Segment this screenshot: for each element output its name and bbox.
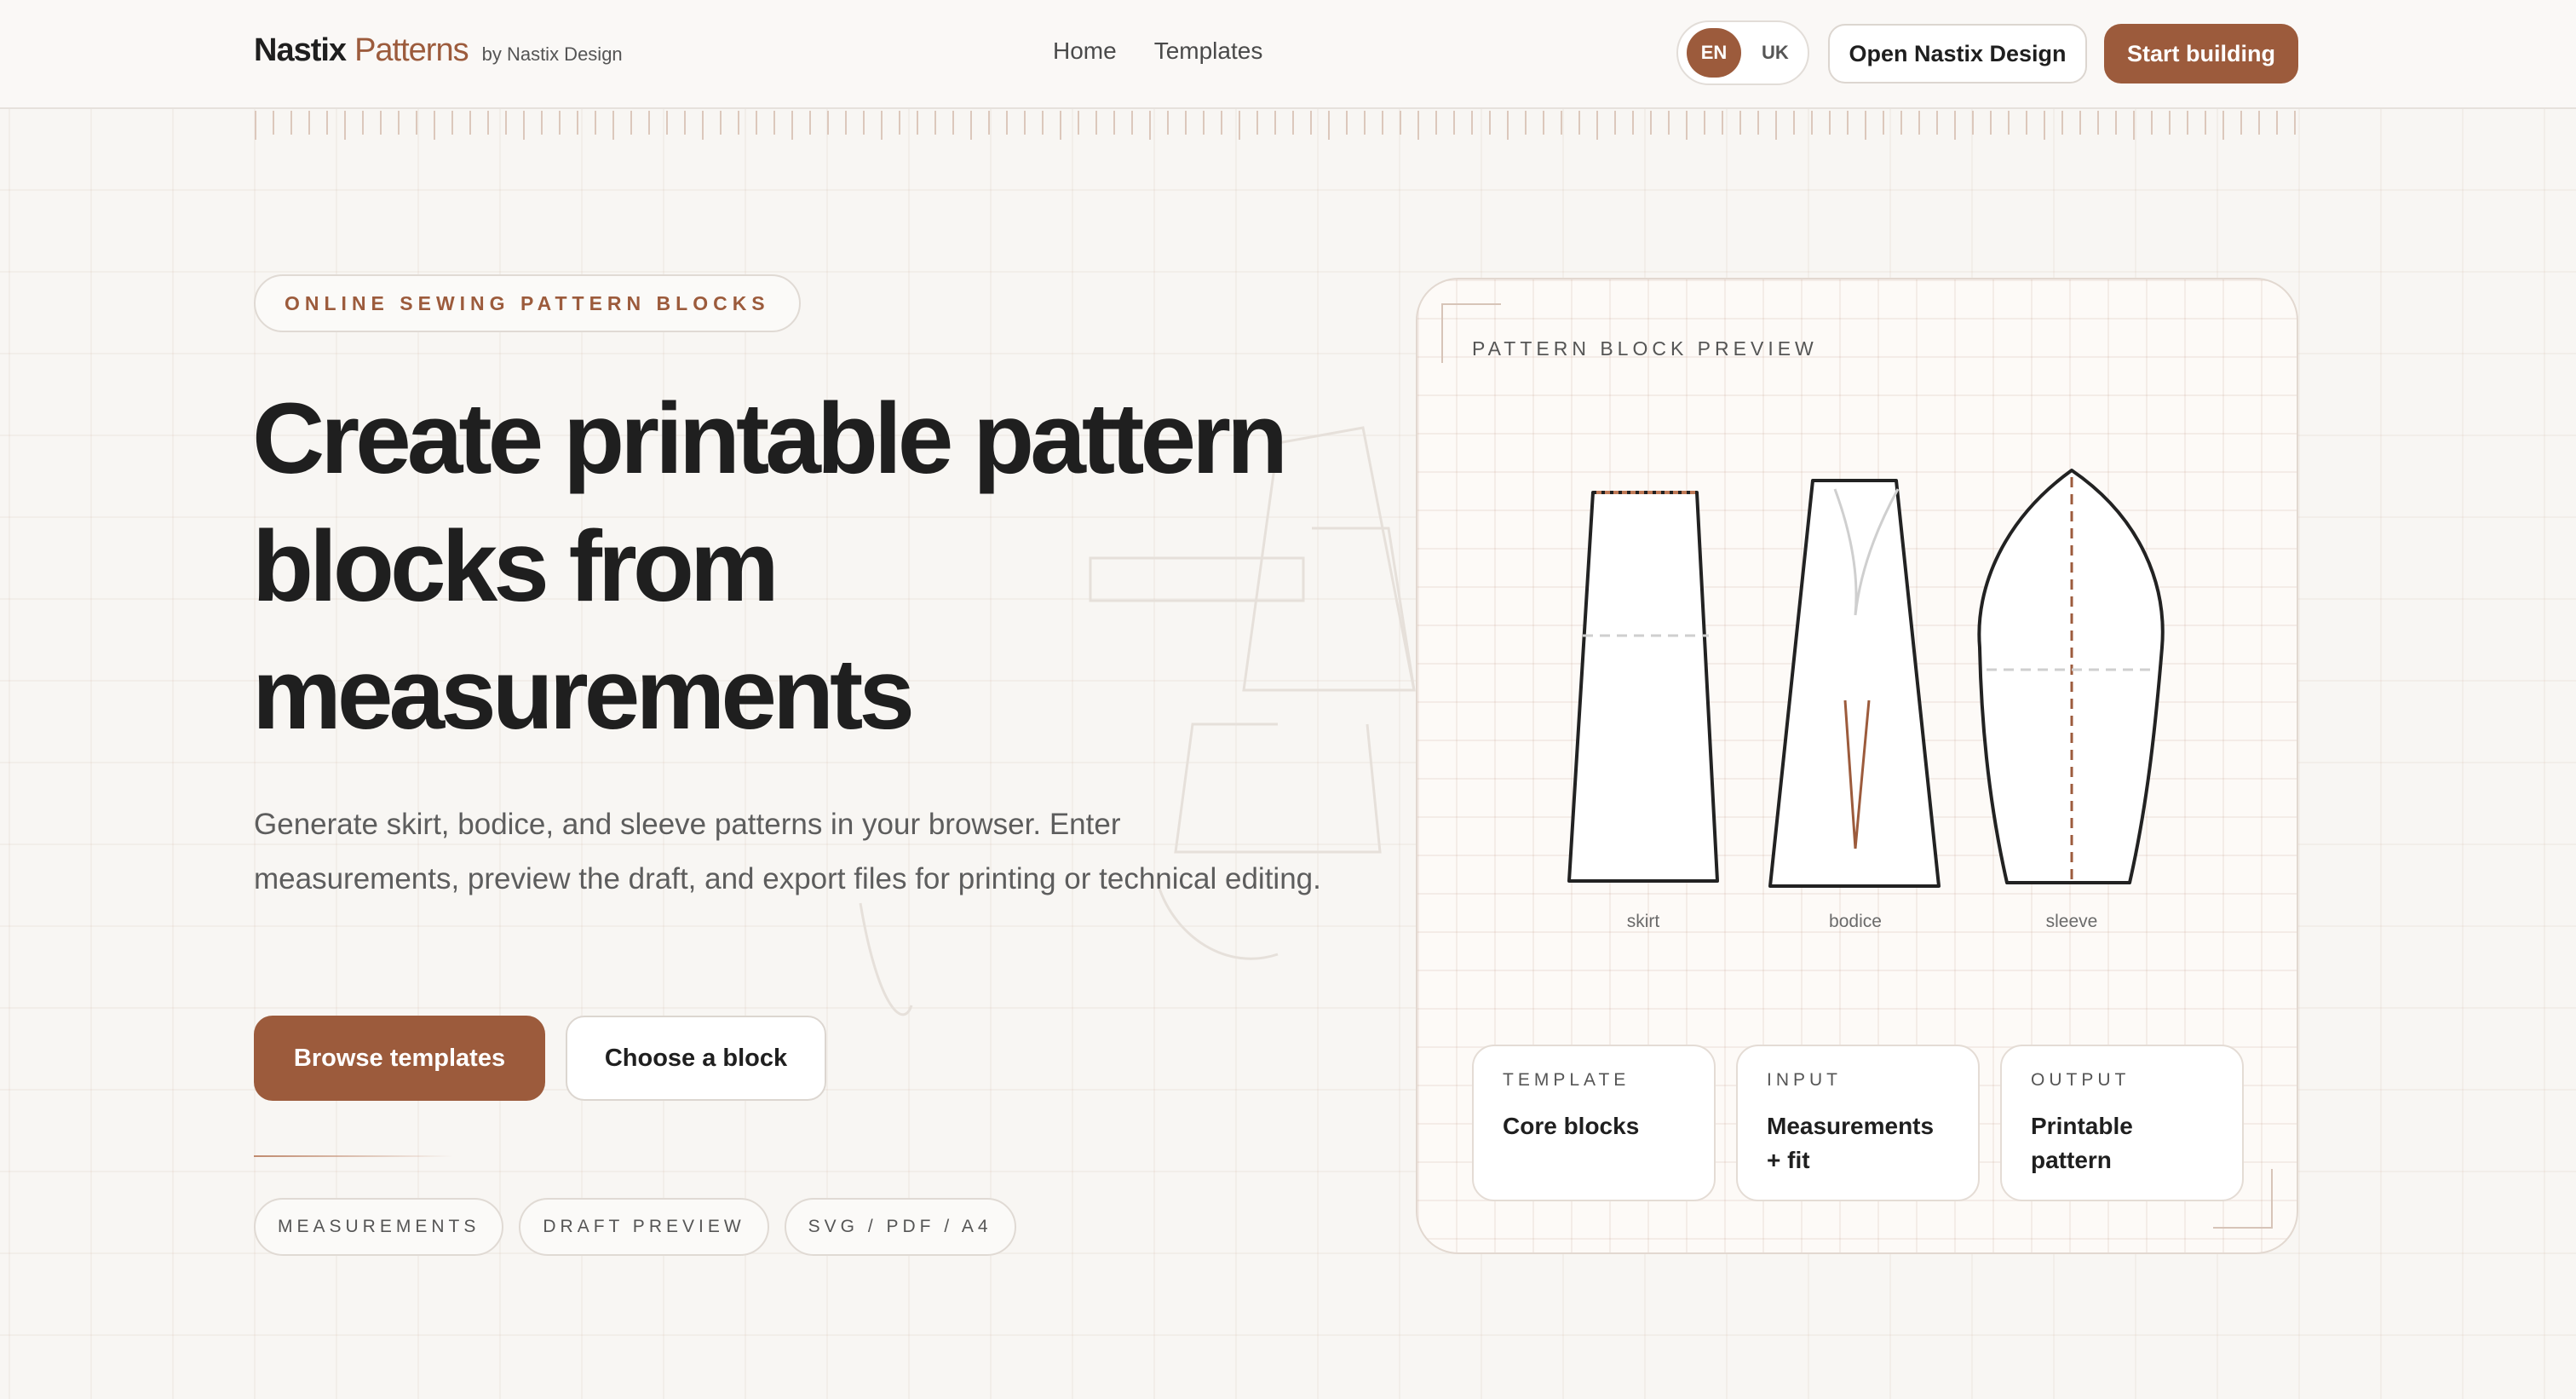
bodice-block-shape[interactable]	[1768, 479, 1941, 888]
choose-block-button[interactable]: Choose a block	[566, 1016, 826, 1101]
browse-templates-button[interactable]: Browse templates	[254, 1016, 545, 1101]
hero-title-line-1: Create printable pattern	[252, 383, 1288, 495]
brand-name: Nastix	[254, 32, 347, 68]
chip-export-formats: SVG / PDF / A4	[784, 1198, 1016, 1256]
open-nastix-design-button[interactable]: Open Nastix Design	[1828, 24, 2087, 83]
feature-chips: MEASUREMENTS DRAFT PREVIEW SVG / PDF / A…	[254, 1198, 1016, 1256]
info-card-output: OUTPUT Printable pattern	[2000, 1045, 2244, 1201]
hero-eyebrow-badge: ONLINE SEWING PATTERN BLOCKS	[254, 274, 801, 332]
nav-templates[interactable]: Templates	[1154, 37, 1263, 65]
ruler-ticks	[255, 111, 2296, 140]
top-header: Nastix Patterns by Nastix Design Home Te…	[0, 0, 2576, 109]
pattern-preview-card: PATTERN BLOCK PREVIEW skirt bodice sleev…	[1416, 278, 2298, 1254]
language-switcher: EN UK	[1676, 20, 1809, 85]
accent-divider	[254, 1155, 453, 1157]
info-card-input: INPUT Measurements + fit	[1736, 1045, 1980, 1201]
brand-logo[interactable]: Nastix Patterns by Nastix Design	[254, 32, 623, 69]
nav-home[interactable]: Home	[1053, 37, 1117, 65]
info-label: INPUT	[1767, 1070, 1842, 1090]
start-building-button[interactable]: Start building	[2104, 24, 2298, 83]
bodice-label: bodice	[1829, 912, 1882, 931]
info-value: Measurements + fit	[1767, 1113, 1935, 1173]
sleeve-label: sleeve	[2045, 912, 2098, 931]
hero-title-line-2: blocks from	[252, 510, 779, 623]
info-label: TEMPLATE	[1503, 1070, 1630, 1090]
main-nav: Home Templates	[1053, 37, 1262, 65]
info-value: Printable pattern	[2031, 1113, 2133, 1173]
sleeve-block-shape[interactable]	[1977, 469, 2165, 884]
hero-title-line-3: measurements	[252, 638, 915, 751]
hero-title: Create printable pattern blocks from mea…	[252, 375, 1360, 758]
brand-by: by Nastix Design	[481, 43, 623, 65]
info-value: Core blocks	[1503, 1113, 1640, 1139]
skirt-label: skirt	[1626, 912, 1660, 931]
chip-measurements: MEASUREMENTS	[254, 1198, 504, 1256]
info-label: OUTPUT	[2031, 1070, 2130, 1090]
lang-uk-option[interactable]: UK	[1762, 42, 1789, 64]
info-card-template: TEMPLATE Core blocks	[1472, 1045, 1716, 1201]
hero-subtitle: Generate skirt, bodice, and sleeve patte…	[254, 808, 1321, 895]
chip-draft-preview: DRAFT PREVIEW	[519, 1198, 769, 1256]
skirt-block-shape[interactable]	[1567, 491, 1719, 883]
brand-accent: Patterns	[354, 32, 469, 68]
pattern-blocks-drawing	[1567, 469, 2165, 888]
lang-en-option[interactable]: EN	[1687, 28, 1741, 78]
